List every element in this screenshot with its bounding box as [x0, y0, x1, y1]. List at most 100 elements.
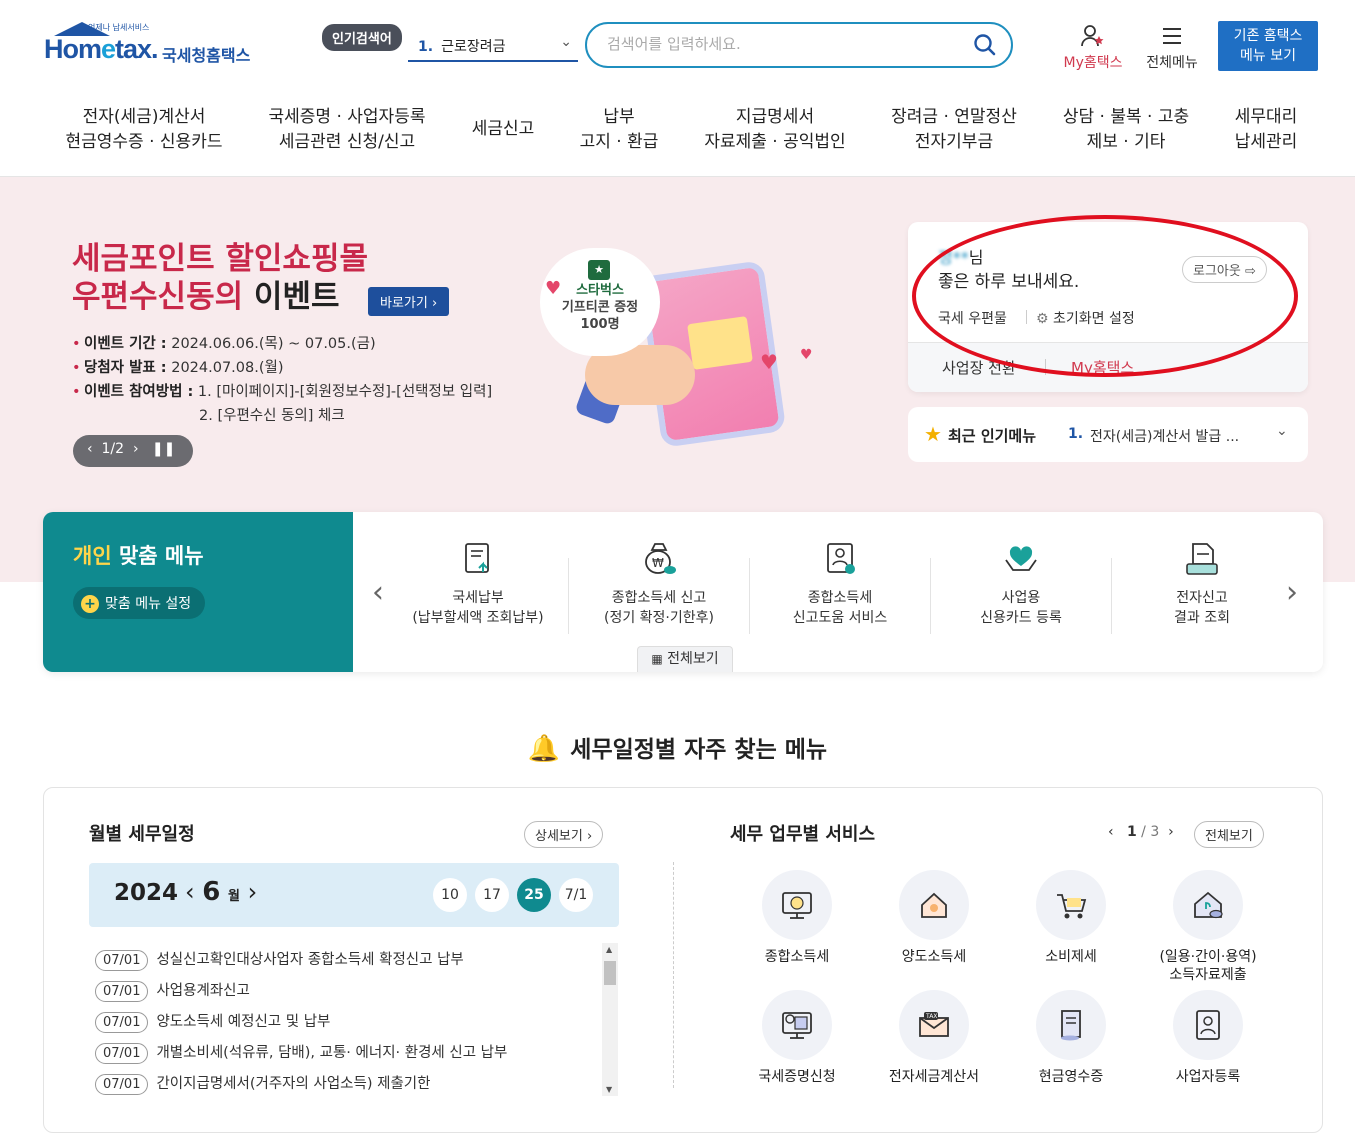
personal-menu-setting-button[interactable]: + 맞춤 메뉴 설정	[73, 587, 206, 619]
logo-subtitle: 언제나 납세서비스	[88, 23, 150, 32]
nav-e-invoice[interactable]: 전자(세금)계산서 현금영수증 · 신용카드	[58, 105, 230, 155]
prev-arrow-icon[interactable]: ‹	[1108, 824, 1114, 840]
prev-arrow-icon[interactable]: ‹	[87, 441, 93, 457]
house-coins-icon	[1194, 891, 1223, 919]
service-business-registration[interactable]: 사업자등록	[1138, 990, 1278, 1086]
event-date: 07/01	[95, 981, 149, 1002]
next-arrow-icon[interactable]: ›	[1168, 824, 1174, 840]
schedule-event[interactable]: 07/01 사업용계좌신고	[95, 979, 250, 1002]
logo-wordmark: Hometax.	[44, 34, 159, 65]
scroll-up-icon[interactable]: ▲	[606, 945, 612, 954]
services-title: 세무 업무별 서비스	[730, 824, 876, 845]
services-view-all[interactable]: 전체보기	[1194, 821, 1264, 848]
old-menu-button[interactable]: 기존 홈택스 메뉴 보기	[1218, 21, 1318, 71]
hero-info-label: 이벤트 기간 :	[84, 336, 167, 352]
recent-label: 최근 인기메뉴	[948, 427, 1037, 445]
next-arrow-icon[interactable]: ›	[133, 441, 139, 457]
service-certificate[interactable]: 국세증명신청	[727, 990, 867, 1086]
schedule-event[interactable]: 07/01 성실신고확인대상사업자 종합소득세 확정신고 납부	[95, 948, 464, 971]
service-transfer-tax[interactable]: 양도소득세	[864, 870, 1004, 966]
hometax-logo[interactable]: 언제나 납세서비스 Hometax. 국세청홈택스	[44, 22, 264, 72]
prev-arrow-icon[interactable]: ‹	[372, 575, 384, 610]
pause-icon[interactable]: ❚❚	[152, 441, 175, 457]
search-input[interactable]	[607, 35, 967, 53]
services-page-current: 1	[1126, 824, 1137, 840]
gift-bubble: ★ 스타벅스 기프티콘 증정 100명	[540, 248, 660, 356]
shopping-cart-icon	[1057, 894, 1087, 919]
event-text: 성실신고확인대상사업자 종합소득세 확정신고 납부	[156, 952, 464, 968]
scroll-down-icon[interactable]: ▼	[606, 1085, 612, 1094]
menu-tax-payment[interactable]: 국세납부 (납부할세액 조회납부)	[388, 540, 568, 628]
popular-search-tag: 인기검색어	[322, 24, 402, 51]
popular-search-select[interactable]: 1. 근로장려금 ⌄	[408, 30, 578, 62]
service-icon-circle	[762, 870, 832, 940]
day-chip[interactable]: 7/1	[559, 878, 593, 912]
receipt-icon	[1061, 1010, 1081, 1041]
schedule-event[interactable]: 07/01 양도소득세 예정신고 및 납부	[95, 1010, 330, 1033]
schedule-event[interactable]: 07/01 개별소비세(석유류, 담배), 교통· 에너지· 환경세 신고 납부	[95, 1041, 507, 1064]
day-chip[interactable]: 17	[475, 878, 509, 912]
person-certificate-icon	[1196, 1010, 1220, 1040]
menu-e-filing-result[interactable]: 전자신고 결과 조회	[1112, 540, 1292, 628]
star-icon: ★	[924, 422, 942, 446]
menu-item-line1: 종합소득세	[807, 590, 873, 606]
envelope-illustration-icon	[687, 316, 753, 370]
service-e-tax-invoice[interactable]: TAX 전자세금계산서	[864, 990, 1004, 1086]
personal-menu-title: 개인 맞춤 메뉴	[73, 540, 204, 570]
personal-menu-setting-label: 맞춤 메뉴 설정	[105, 596, 192, 612]
chevron-down-icon[interactable]: ⌄	[1276, 423, 1288, 439]
day-chip[interactable]: 10	[433, 878, 467, 912]
recent-rank: 1.	[1068, 426, 1084, 442]
nav-incentive[interactable]: 장려금 · 연말정산 전자기부금	[880, 105, 1028, 155]
prev-month-icon[interactable]: ‹	[185, 878, 195, 906]
logo-korean-name: 국세청홈택스	[162, 46, 251, 65]
schedule-event[interactable]: 07/01 간이지급명세서(거주자의 사업소득) 제출기한	[95, 1072, 430, 1095]
nav-consult[interactable]: 상담 · 불복 · 고충 제보 · 기타	[1054, 105, 1198, 155]
my-hometax-button[interactable]: My홈택스	[1058, 24, 1128, 72]
menu-income-tax-help[interactable]: 종합소득세 신고도움 서비스	[750, 540, 930, 628]
hero-go-button[interactable]: 바로가기 ›	[368, 287, 450, 316]
personal-menu-title-rest: 맞춤 메뉴	[111, 544, 204, 568]
service-icon-circle	[1036, 990, 1106, 1060]
schedule-scrollbar[interactable]: ▲ ▼	[602, 943, 618, 1096]
heart-hands-icon	[1005, 546, 1037, 571]
hero-info-value: 2024.06.06.(목) ~ 07.05.(금)	[166, 336, 376, 352]
next-month-icon[interactable]: ›	[248, 878, 258, 906]
service-income-data-submit[interactable]: (일용·간이·용역) 소득자료제출	[1138, 870, 1278, 984]
all-menu-button[interactable]: 전체메뉴	[1140, 24, 1204, 72]
nav-payment-statement[interactable]: 지급명세서 자료제출 · 공익법인	[696, 105, 854, 155]
service-icon-circle: TAX	[899, 990, 969, 1060]
menu-item-line1: 사업용	[1001, 590, 1041, 606]
my-hometax-label: My홈택스	[1063, 55, 1123, 71]
schedule-detail-button[interactable]: 상세보기 ›	[524, 821, 604, 848]
event-text: 간이지급명세서(거주자의 사업소득) 제출기한	[156, 1076, 431, 1092]
menu-income-tax-filing[interactable]: ₩ 종합소득세 신고 (정기 확정·기한후)	[569, 540, 749, 628]
scroll-thumb[interactable]	[604, 961, 616, 985]
personal-menu-view-all[interactable]: ▦ 전체보기	[637, 646, 733, 672]
day-chip-active[interactable]: 25	[517, 878, 551, 912]
nav-tax-filing[interactable]: 세금신고	[462, 117, 544, 142]
service-cash-receipt[interactable]: 현금영수증	[1001, 990, 1141, 1086]
nav-tax-agent[interactable]: 세무대리 납세관리	[1222, 105, 1310, 155]
recent-popular-menu[interactable]: ★ 최근 인기메뉴 1. 전자(세금)계산서 발급 ... ⌄	[908, 407, 1308, 462]
hero-title-line2: 우편수신동의 이벤트	[72, 278, 368, 316]
service-label: 전자세금계산서	[888, 1069, 980, 1085]
menu-business-card[interactable]: 사업용 신용카드 등록	[931, 540, 1111, 628]
service-income-tax[interactable]: 종합소득세	[727, 870, 867, 966]
schedule-section-title-text: 세무일정별 자주 찾는 메뉴	[570, 737, 828, 763]
popular-search-rank: 1.	[418, 39, 434, 55]
service-label: (일용·간이·용역)	[1159, 949, 1257, 965]
hero-title[interactable]: 세금포인트 할인쇼핑몰 우편수신동의 이벤트	[72, 240, 368, 316]
search-icon[interactable]	[973, 33, 997, 57]
service-label: 양도소득세	[901, 949, 967, 965]
monthly-schedule-title: 월별 세무일정	[89, 824, 195, 845]
nav-certificate[interactable]: 국세증명 · 사업자등록 세금관련 신청/신고	[258, 105, 436, 155]
nav-payment[interactable]: 납부 고지 · 환급	[570, 105, 668, 155]
service-label: 종합소득세	[764, 949, 830, 965]
service-label: 현금영수증	[1038, 1069, 1104, 1085]
hero-info-row: 이벤트 기간 : 2024.06.06.(목) ~ 07.05.(금)	[72, 332, 492, 356]
service-consumption-tax[interactable]: 소비제세	[1001, 870, 1141, 966]
service-label: 사업자등록	[1175, 1069, 1241, 1085]
menu-item-line2: (정기 확정·기한후)	[604, 610, 714, 626]
main-navigation: 전자(세금)계산서 현금영수증 · 신용카드 국세증명 · 사업자등록 세금관련…	[0, 95, 1355, 177]
